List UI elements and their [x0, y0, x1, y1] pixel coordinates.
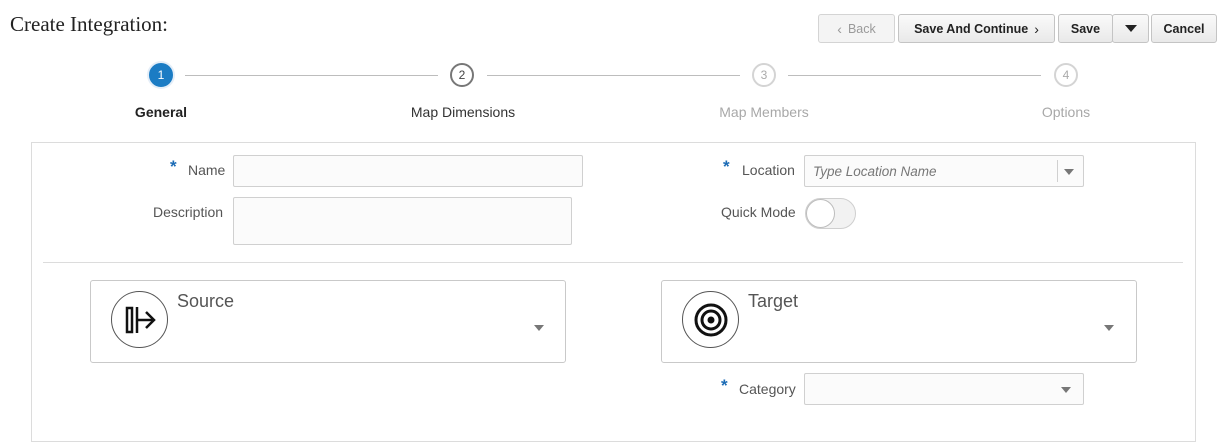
source-card[interactable]: Source: [90, 280, 566, 363]
name-field[interactable]: [233, 155, 583, 187]
category-label: Category: [739, 381, 796, 397]
save-and-continue-button[interactable]: Save And Continue ›: [898, 14, 1055, 43]
category-required-marker: *: [721, 376, 728, 395]
target-bullseye-icon: [682, 291, 739, 348]
source-title: Source: [177, 291, 235, 311]
step-4-number: 4: [1062, 68, 1070, 82]
cancel-button-label: Cancel: [1163, 21, 1205, 36]
section-divider: [43, 262, 1183, 263]
description-label: Description: [153, 204, 224, 220]
chevron-right-icon: ›: [1034, 20, 1039, 37]
step-3-indicator[interactable]: 3: [752, 63, 776, 87]
location-label: Location: [742, 162, 795, 178]
target-title: Target: [748, 291, 799, 311]
step-2-indicator[interactable]: 2: [450, 63, 474, 87]
chevron-down-icon[interactable]: [1104, 325, 1114, 331]
page-title: Create Integration:: [10, 12, 169, 36]
save-menu-button[interactable]: [1112, 14, 1149, 43]
caret-down-icon: [1124, 25, 1137, 32]
location-divider: [1057, 160, 1058, 182]
step-4-indicator[interactable]: 4: [1054, 63, 1078, 87]
name-input[interactable]: [234, 156, 582, 186]
location-input[interactable]: [805, 156, 1055, 186]
target-card[interactable]: Target: [661, 280, 1137, 363]
back-button[interactable]: ‹ Back: [818, 14, 895, 43]
step-2-number: 2: [458, 68, 466, 82]
step-1-label[interactable]: General: [135, 104, 187, 120]
category-select[interactable]: [804, 373, 1084, 405]
back-button-label: Back: [847, 21, 876, 36]
step-connector: [487, 75, 740, 76]
step-3-label[interactable]: Map Members: [719, 104, 808, 120]
step-1-number: 1: [157, 68, 165, 82]
quick-mode-toggle[interactable]: [805, 198, 856, 229]
chevron-down-icon[interactable]: [534, 325, 544, 331]
location-combobox[interactable]: [804, 155, 1084, 187]
save-button-label: Save: [1070, 21, 1101, 36]
step-connector: [788, 75, 1041, 76]
chevron-left-icon: ‹: [837, 20, 842, 37]
step-1-indicator[interactable]: 1: [149, 63, 173, 87]
step-connector: [185, 75, 438, 76]
cancel-button[interactable]: Cancel: [1151, 14, 1217, 43]
step-2-label[interactable]: Map Dimensions: [411, 104, 515, 120]
step-3-number: 3: [760, 68, 768, 82]
location-required-marker: *: [723, 157, 730, 176]
name-label: Name: [188, 162, 226, 178]
save-and-continue-label: Save And Continue: [914, 21, 1029, 36]
toggle-knob: [806, 199, 835, 228]
save-button[interactable]: Save: [1058, 14, 1113, 43]
name-required-marker: *: [170, 157, 177, 176]
description-field[interactable]: [233, 197, 572, 245]
quick-mode-label: Quick Mode: [721, 204, 796, 220]
step-4-label[interactable]: Options: [1042, 104, 1090, 120]
chevron-down-icon[interactable]: [1064, 169, 1074, 175]
chevron-down-icon[interactable]: [1061, 387, 1071, 393]
source-import-icon: [111, 291, 168, 348]
